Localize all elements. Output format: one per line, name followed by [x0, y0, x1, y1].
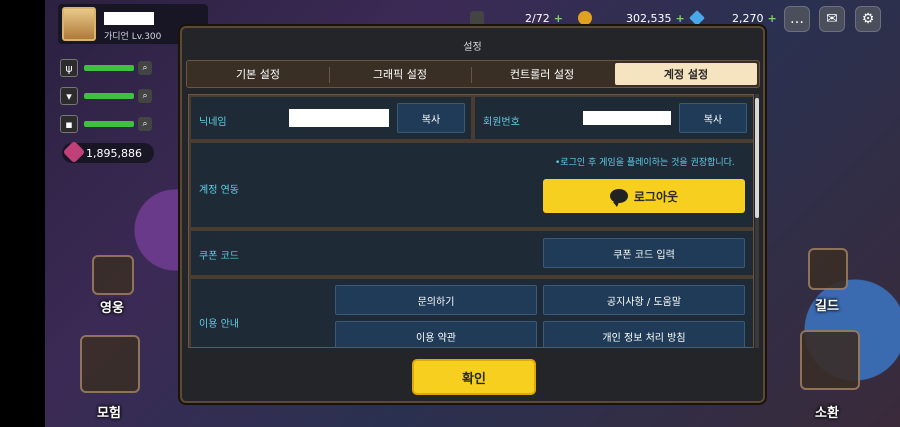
stat-row-food[interactable]: ψ ⌕ [60, 59, 152, 77]
stat-row-drink[interactable]: ▾ ⌕ [60, 87, 152, 105]
confirm-button[interactable]: 확인 [412, 359, 536, 395]
stat-row-item[interactable]: ▪ ⌕ [60, 115, 152, 133]
summon-menu-label[interactable]: 소환 [815, 402, 839, 421]
gear-icon: ⚙ [861, 11, 875, 27]
coupon-panel: 쿠폰 코드 쿠폰 코드 입력 [191, 231, 753, 275]
drink-bar [84, 93, 134, 99]
chat-bubble-icon [609, 189, 628, 207]
resource-gold: 302,535 + [578, 8, 685, 28]
resource-stamina: 2/72 + [470, 8, 563, 28]
guild-emblem-icon[interactable] [808, 248, 848, 290]
coupon-input-button[interactable]: 쿠폰 코드 입력 [543, 238, 745, 268]
account-link-panel: 계정 연동 •로그인 후 게임을 플레이하는 것을 권장합니다. 로그아웃 [191, 143, 753, 227]
member-number-label: 회원번호 [483, 117, 520, 128]
fork-icon: ψ [60, 59, 78, 77]
chat-icon: … [790, 11, 804, 27]
content-scrollbar[interactable] [755, 94, 759, 348]
food-bar [84, 65, 134, 71]
settings-dialog: 설정 기본 설정 그래픽 설정 컨트롤러 설정 계정 설정 닉네임 복사 회원번… [180, 26, 765, 403]
usage-guide-panel: 이용 안내 문의하기 공지사항 / 도움말 이용 약관 개인 정보 처리 방침 [191, 279, 753, 347]
avatar[interactable] [62, 7, 96, 41]
settings-button[interactable]: ⚙ [855, 6, 881, 32]
adventure-menu-label[interactable]: 모험 [97, 402, 121, 421]
terms-button[interactable]: 이용 약관 [335, 321, 537, 347]
gold-value: 302,535 [626, 11, 672, 25]
mail-icon: ✉ [826, 11, 838, 27]
guild-menu-label[interactable]: 길드 [815, 295, 839, 314]
stamina-plus-icon[interactable]: + [554, 12, 563, 25]
box-icon: ▪ [60, 115, 78, 133]
login-note: •로그인 후 게임을 플레이하는 것을 권장합니다. [555, 158, 735, 168]
hero-emblem-icon[interactable] [92, 255, 134, 295]
scrollbar-thumb[interactable] [755, 98, 759, 218]
player-level: 가디언 Lv.300 [104, 32, 162, 42]
nickname-panel: 닉네임 복사 [191, 97, 471, 139]
nickname-label: 닉네임 [199, 117, 227, 128]
copy-member-button[interactable]: 복사 [679, 103, 747, 133]
gold-plus-icon[interactable]: + [676, 12, 685, 25]
copy-nickname-button[interactable]: 복사 [397, 103, 465, 133]
logout-button[interactable]: 로그아웃 [543, 179, 745, 213]
summon-emblem-icon[interactable] [800, 330, 860, 390]
screen-left-bar [0, 0, 45, 427]
mail-button[interactable]: ✉ [819, 6, 845, 32]
account-link-label: 계정 연동 [199, 185, 239, 196]
tab-graphics[interactable]: 그래픽 설정 [329, 61, 471, 87]
coupon-label: 쿠폰 코드 [199, 251, 239, 262]
diamond-value: 2,270 [732, 11, 764, 25]
tab-account[interactable]: 계정 설정 [615, 63, 757, 85]
usage-label: 이용 안내 [199, 319, 239, 330]
hero-menu-label[interactable]: 영웅 [100, 297, 124, 316]
dialog-title: 설정 [463, 42, 482, 53]
player-name-redacted [104, 12, 154, 25]
cup-icon [470, 11, 484, 25]
logout-label: 로그아웃 [633, 189, 679, 204]
gem-value: 1,895,886 [86, 146, 142, 160]
gem-counter[interactable]: 1,895,886 [62, 140, 154, 164]
adventure-emblem-icon[interactable] [80, 335, 140, 393]
member-number-panel: 회원번호 복사 [475, 97, 753, 139]
privacy-policy-button[interactable]: 개인 정보 처리 방침 [543, 321, 745, 347]
settings-tabs: 기본 설정 그래픽 설정 컨트롤러 설정 계정 설정 [186, 60, 760, 88]
cup-icon: ▾ [60, 87, 78, 105]
search-icon[interactable]: ⌕ [138, 117, 152, 131]
tab-basic[interactable]: 기본 설정 [187, 61, 329, 87]
search-icon[interactable]: ⌕ [138, 89, 152, 103]
stamina-value: 2/72 [525, 11, 550, 25]
item-bar [84, 121, 134, 127]
diamond-plus-icon[interactable]: + [768, 12, 777, 25]
tab-controller[interactable]: 컨트롤러 설정 [471, 61, 613, 87]
nickname-redacted [289, 109, 389, 127]
notice-help-button[interactable]: 공지사항 / 도움말 [543, 285, 745, 315]
search-icon[interactable]: ⌕ [138, 61, 152, 75]
gem-icon [62, 140, 86, 164]
resource-diamond: 2,270 + [689, 8, 777, 28]
inquiry-button[interactable]: 문의하기 [335, 285, 537, 315]
chat-button[interactable]: … [784, 6, 810, 32]
coin-icon [578, 11, 592, 25]
account-settings-content[interactable]: 닉네임 복사 회원번호 복사 계정 연동 •로그인 후 게임을 플레이하는 것을… [188, 94, 754, 348]
member-number-redacted [583, 111, 671, 125]
diamond-icon [689, 10, 705, 26]
